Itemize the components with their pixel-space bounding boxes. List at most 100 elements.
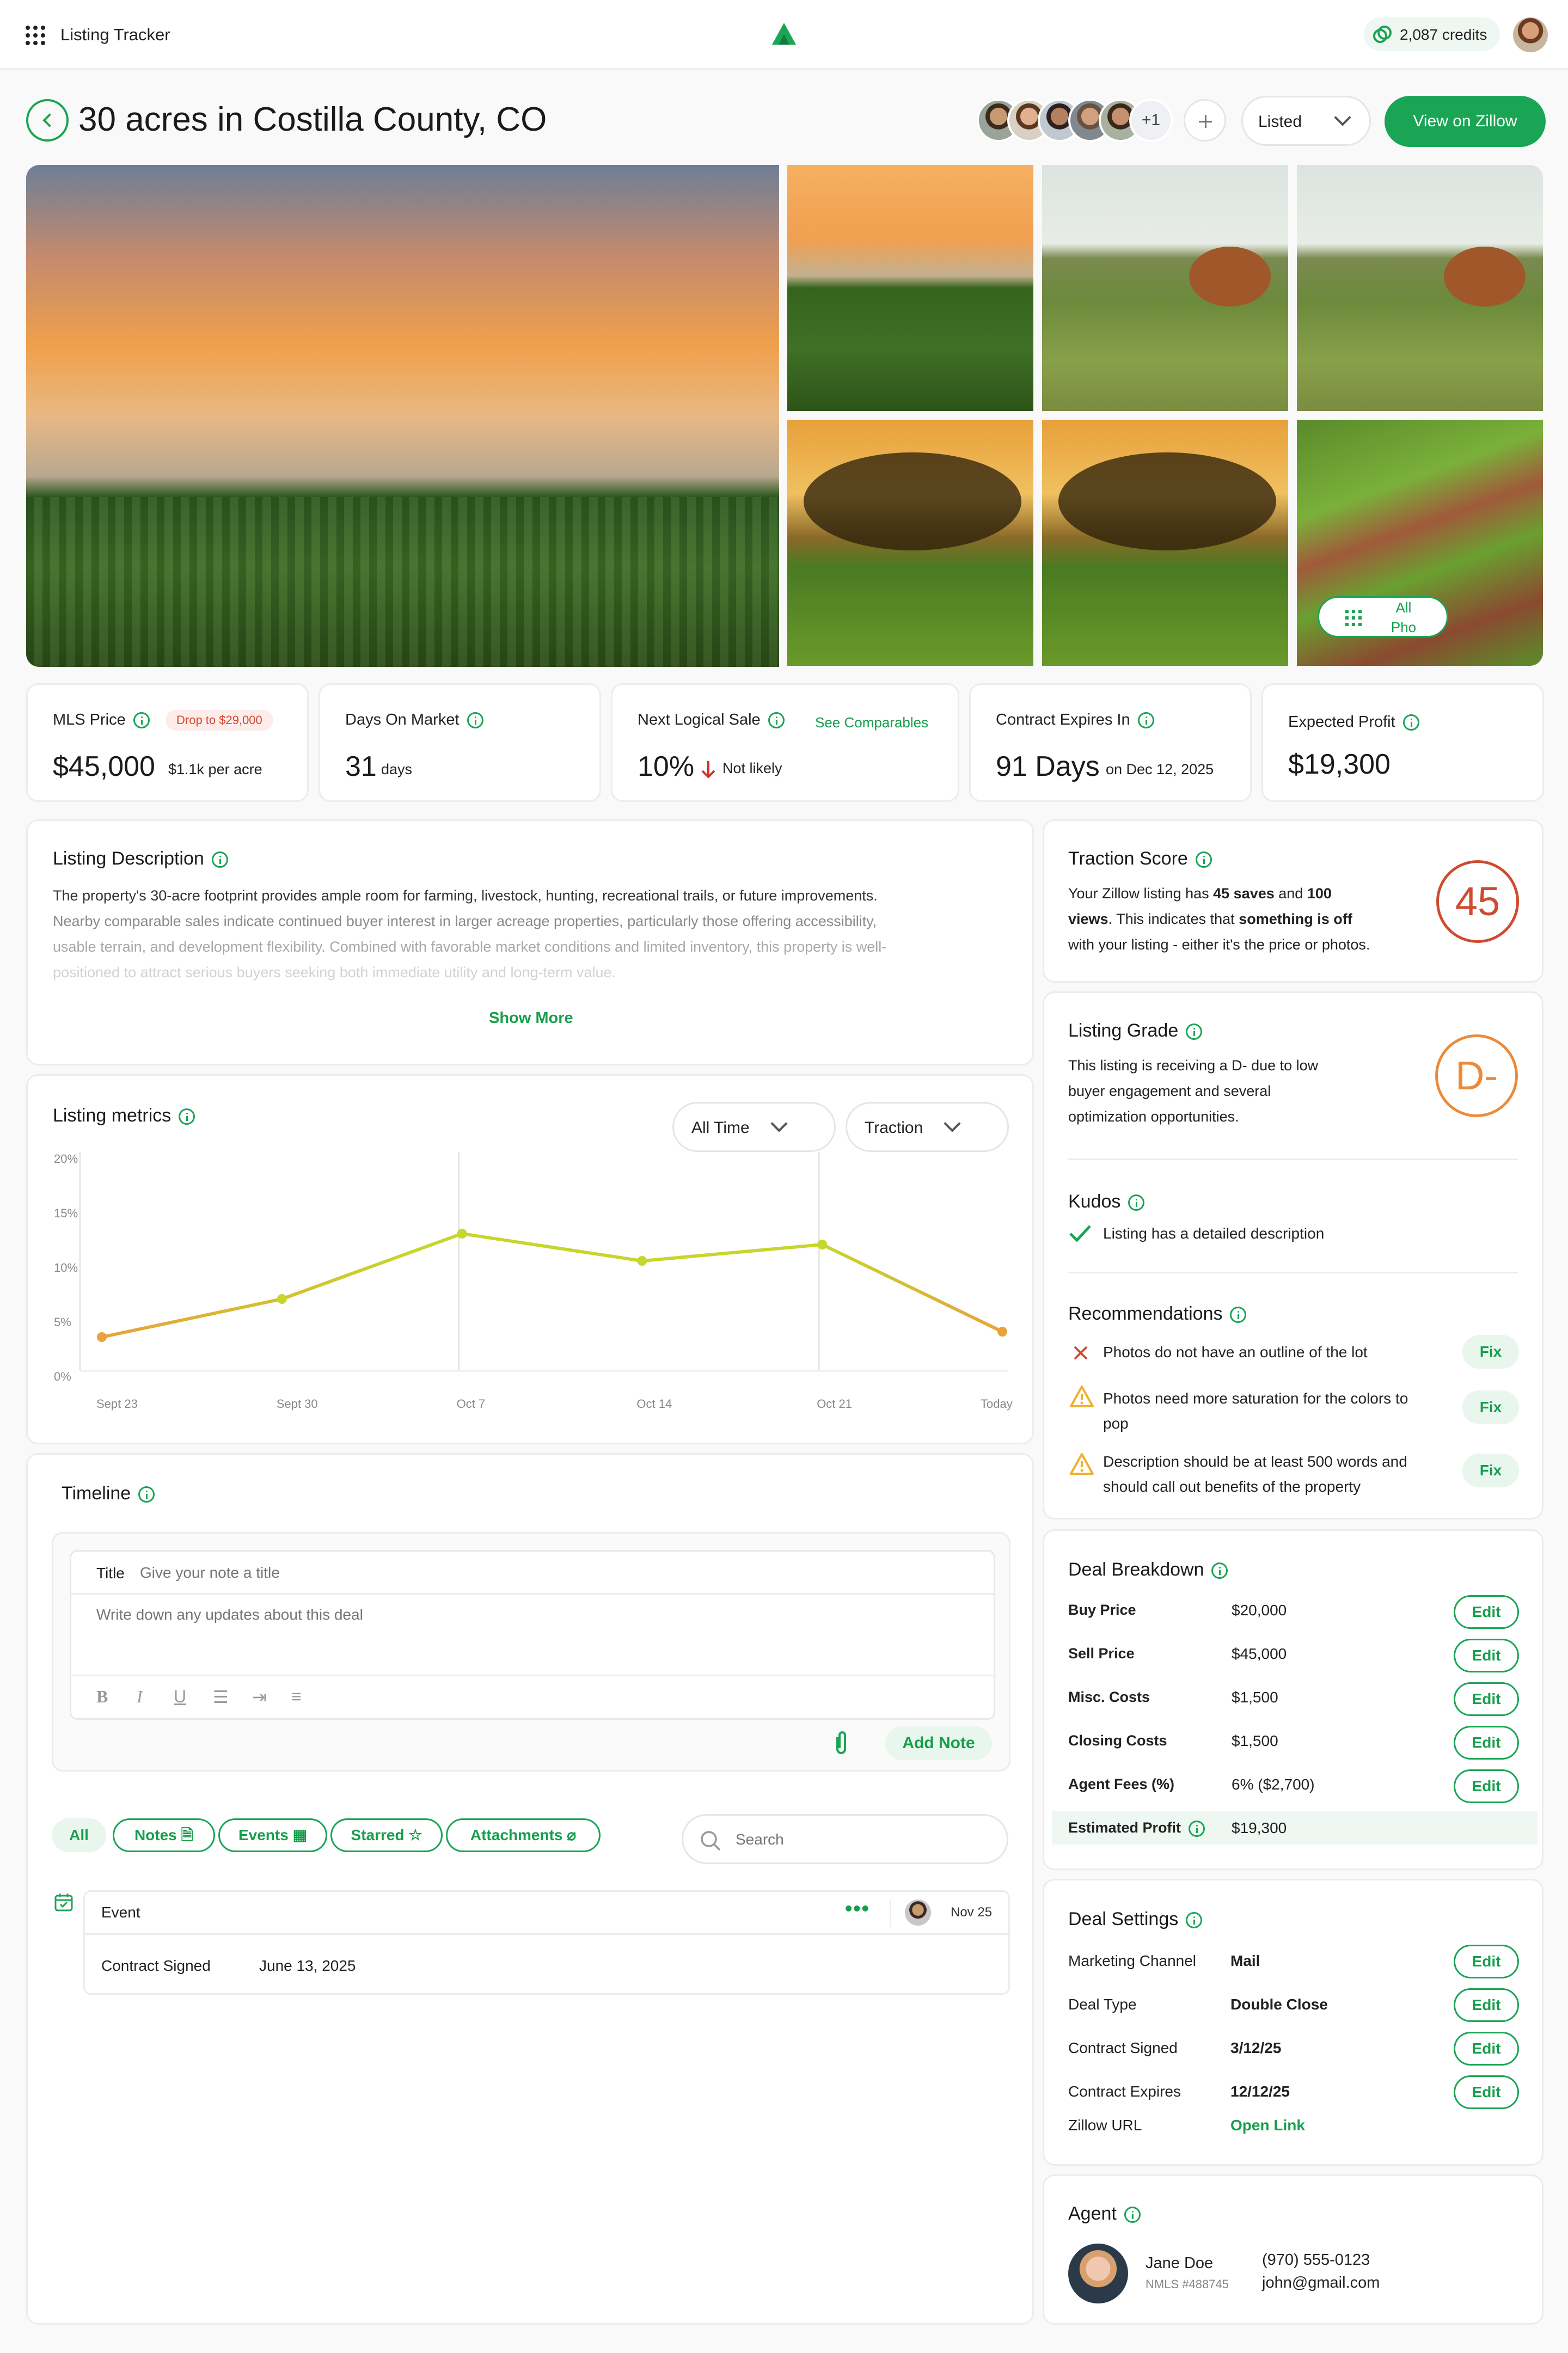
info-icon[interactable] [1189,1820,1205,1837]
listing-grade-card: Listing Grade This listing is receiving … [1043,991,1543,1519]
x-tick-label: Oct 21 [817,1397,852,1411]
edit-button[interactable]: Edit [1454,1682,1519,1716]
setting-label: Contract Signed [1068,2039,1178,2056]
info-icon[interactable] [1211,1562,1228,1579]
edit-button[interactable]: Edit [1454,1726,1519,1760]
filter-all[interactable]: All [52,1818,106,1852]
photo-thumb-4[interactable] [787,420,1033,666]
grade-text: This listing is receiving a D- due to lo… [1068,1053,1406,1130]
all-photos-label: All Pho [1391,599,1417,635]
edit-button[interactable]: Edit [1454,2075,1519,2109]
tree-canopy [804,452,1021,550]
edit-button[interactable]: Edit [1454,1988,1519,2022]
fix-button[interactable]: Fix [1462,1335,1519,1369]
status-select[interactable]: Listed [1241,96,1371,146]
info-icon[interactable] [1128,1194,1145,1211]
setting-value: 12/12/25 [1230,2083,1290,2100]
grade-ring: D- [1435,1034,1518,1117]
photo-thumb-5[interactable] [1042,420,1288,666]
photo-thumb-6[interactable]: All Pho [1297,420,1543,666]
user-avatar[interactable] [1513,17,1548,52]
view-on-zillow-button[interactable]: View on Zillow [1385,96,1546,147]
grade-text-line: buyer engagement and several [1068,1083,1271,1099]
edit-button[interactable]: Edit [1454,1639,1519,1672]
add-note-button[interactable]: Add Note [885,1726,992,1760]
profit-label: Expected Profit [1288,713,1419,731]
dom-unit: days [381,761,413,777]
note-composer: Title B I U ☰ ⇥ ≡ Add Note [52,1532,1010,1772]
chevron-down-icon [1334,109,1351,126]
agent-email[interactable]: john@gmail.com [1262,2274,1380,2292]
timeline-event[interactable]: Event ••• Nov 25 Contract Signed June 13… [83,1890,1010,1995]
bold-icon[interactable]: B [96,1687,108,1707]
add-collaborator-button[interactable] [1184,99,1226,142]
info-icon[interactable] [211,851,228,868]
filter-starred[interactable]: Starred ☆ [330,1818,443,1852]
search-input[interactable] [736,1828,986,1852]
time-range-select[interactable]: All Time [672,1102,836,1152]
photo-thumb-2[interactable] [1042,165,1288,411]
note-title-input[interactable] [140,1560,957,1585]
info-icon[interactable] [1195,851,1212,868]
filter-notes[interactable]: Notes 🗎 [113,1818,215,1852]
info-icon[interactable] [1186,1912,1203,1929]
x-tick-label: Sept 23 [96,1397,138,1411]
photo-thumb-1[interactable] [787,165,1033,411]
series-line [101,1232,1003,1339]
align-icon[interactable]: ≡ [291,1687,302,1707]
nls-label: Next Logical Sale [638,711,785,729]
photo-thumb-3[interactable] [1297,165,1543,411]
deal-row-value: 6% ($2,700) [1232,1776,1315,1793]
open-link[interactable]: Open Link [1230,2117,1305,2134]
fix-button[interactable]: Fix [1462,1390,1519,1424]
edit-button[interactable]: Edit [1454,1595,1519,1629]
agent-name: Jane Doe [1146,2254,1214,2272]
logo-icon[interactable] [771,22,797,46]
expected-profit-card: Expected Profit $19,300 [1261,683,1544,802]
collaborator-avatars[interactable]: +1 [977,99,1178,144]
edit-button[interactable]: Edit [1454,1769,1519,1803]
list-icon[interactable]: ☰ [213,1687,229,1707]
more-options-icon[interactable]: ••• [845,1897,870,1921]
divider [71,1593,994,1595]
timeline-search[interactable] [682,1814,1008,1864]
apps-grid-icon[interactable] [25,25,46,46]
description-line: usable terrain, and development flexibil… [53,939,887,955]
contract-expires-card: Contract Expires In 91 Days on Dec 12, 2… [969,683,1252,802]
see-comparables-link[interactable]: See Comparables [815,714,928,731]
edit-button[interactable]: Edit [1454,1945,1519,1978]
note-body-input[interactable] [96,1606,967,1666]
show-more-link[interactable]: Show More [489,1009,573,1027]
fix-button[interactable]: Fix [1462,1454,1519,1487]
main-photo[interactable] [26,165,779,667]
info-icon[interactable] [179,1108,195,1125]
info-icon[interactable] [133,712,150,729]
edit-button[interactable]: Edit [1454,2032,1519,2066]
filter-attachments[interactable]: Attachments ⌀ [446,1818,601,1852]
info-icon[interactable] [768,712,785,729]
attachment-icon[interactable] [833,1730,849,1756]
divider [1068,1159,1518,1160]
info-icon[interactable] [1230,1307,1247,1323]
underline-icon[interactable]: U [174,1687,186,1707]
back-button[interactable] [26,99,69,142]
info-icon[interactable] [138,1486,155,1503]
credits-badge[interactable]: 2,087 credits [1364,17,1500,51]
info-icon[interactable] [1186,1024,1203,1040]
zillow-url-label: Zillow URL [1068,2117,1142,2134]
metric-select[interactable]: Traction [846,1102,1009,1152]
info-icon[interactable] [1124,2207,1141,2223]
indent-icon[interactable]: ⇥ [252,1687,267,1707]
y-tick-label: 0% [54,1370,71,1383]
agent-phone[interactable]: (970) 555-0123 [1262,2251,1370,2269]
info-icon[interactable] [467,712,483,729]
filter-events[interactable]: Events ▦ [218,1818,327,1852]
mls-price-card: MLS Price Drop to $29,000 $45,000 $1.1k … [26,683,309,802]
settings-title: Deal Settings [1068,1909,1203,1930]
all-photos-button[interactable]: All Pho [1318,596,1448,638]
grade-title: Listing Grade [1068,1020,1203,1041]
time-range-value: All Time [691,1119,750,1137]
italic-icon[interactable]: I [137,1687,143,1707]
info-icon[interactable] [1137,712,1154,729]
info-icon[interactable] [1402,714,1419,731]
